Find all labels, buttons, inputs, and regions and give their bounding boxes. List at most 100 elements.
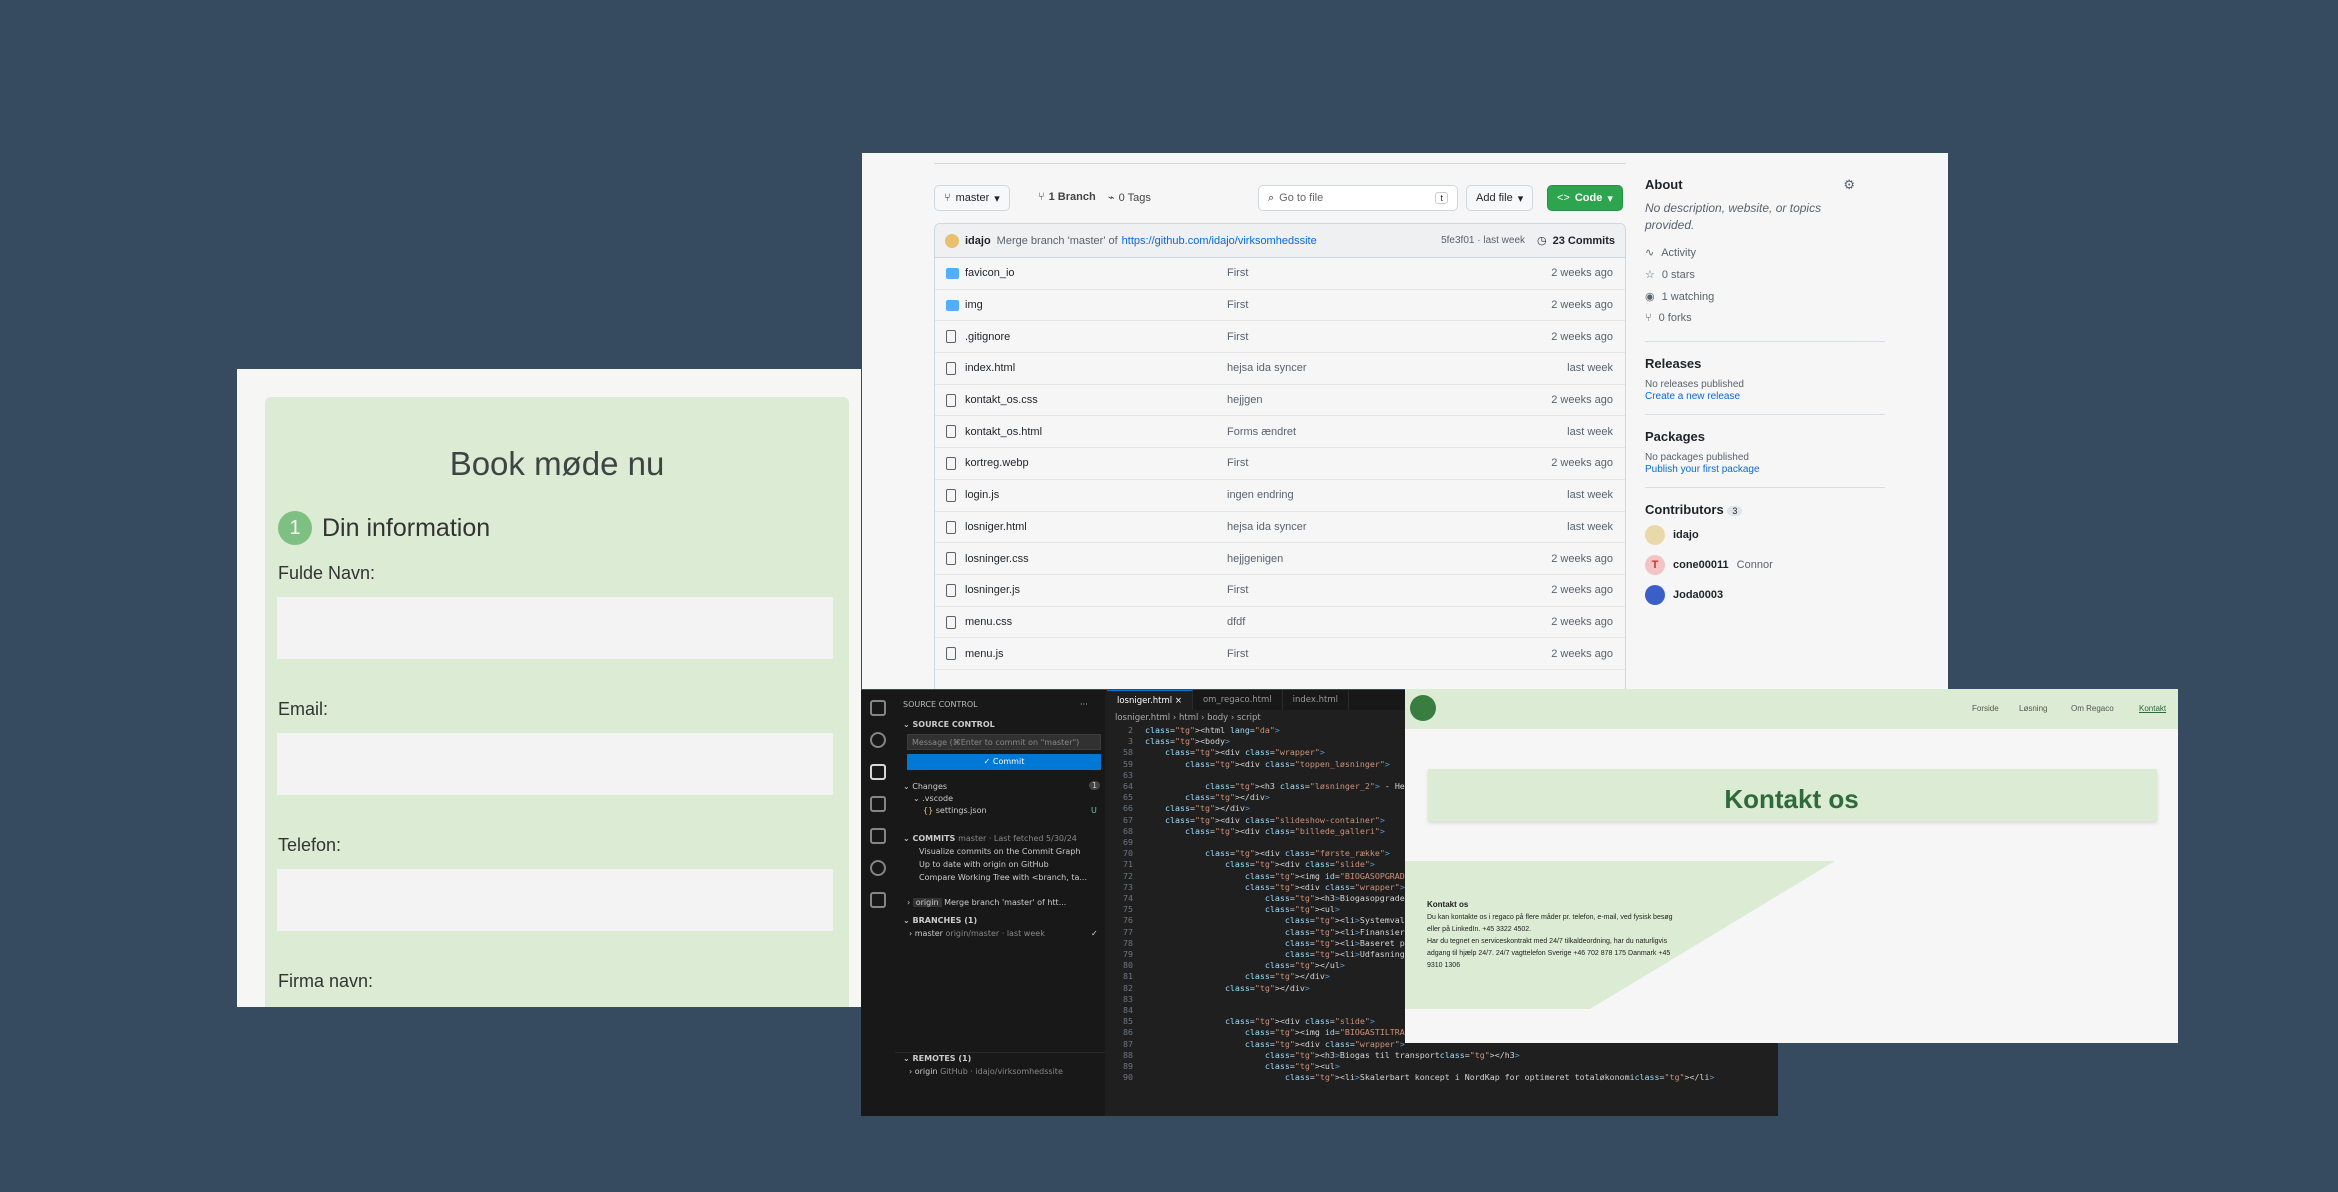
tab-index-html[interactable]: index.html bbox=[1283, 690, 1349, 710]
github-icon[interactable] bbox=[870, 860, 886, 876]
explorer-icon[interactable] bbox=[870, 700, 886, 716]
nav-om-regaco[interactable]: Om Regaco bbox=[2071, 704, 2114, 713]
file-name[interactable]: kontakt_os.css bbox=[965, 394, 1038, 406]
file-name[interactable]: img bbox=[965, 299, 983, 311]
source-control-icon[interactable] bbox=[870, 764, 886, 780]
commit-message-input[interactable]: Message (⌘Enter to commit on "master") bbox=[907, 734, 1101, 750]
commits-section[interactable]: ⌄ COMMITS master · Last fetched 5/30/24 bbox=[903, 834, 1077, 843]
file-row[interactable]: losninger.css hejjgenigen 2 weeks ago bbox=[935, 543, 1625, 575]
file-commit-message[interactable]: First bbox=[1227, 331, 1248, 343]
file-row[interactable]: login.js ingen endring last week bbox=[935, 480, 1625, 512]
file-row[interactable]: favicon_io First 2 weeks ago bbox=[935, 258, 1625, 290]
line-number: 72 bbox=[1123, 870, 1133, 881]
file-name[interactable]: favicon_io bbox=[965, 267, 1015, 279]
file-row[interactable]: index.html hejsa ida syncer last week bbox=[935, 353, 1625, 385]
file-commit-message[interactable]: First bbox=[1227, 584, 1248, 596]
go-to-file-search[interactable]: ⌕ Go to file t bbox=[1258, 185, 1458, 211]
commit-graph-item[interactable]: Visualize commits on the Commit Graph bbox=[919, 847, 1080, 856]
branch-select[interactable]: ⑂ master ▾ bbox=[934, 185, 1010, 211]
run-debug-icon[interactable] bbox=[870, 796, 886, 812]
email-input[interactable] bbox=[277, 733, 833, 795]
remotes-section[interactable]: ⌄ REMOTES (1) bbox=[903, 1054, 971, 1063]
changed-file-item[interactable]: {} settings.json bbox=[923, 806, 987, 815]
file-row[interactable]: kontakt_os.css hejjgen 2 weeks ago bbox=[935, 385, 1625, 417]
breadcrumb-item[interactable]: losniger.html bbox=[1115, 713, 1170, 723]
file-row[interactable]: menu.js First 2 weeks ago bbox=[935, 638, 1625, 670]
commit-author[interactable]: idajo bbox=[965, 235, 991, 247]
breadcrumb-item[interactable]: html bbox=[1179, 713, 1198, 723]
create-release-link[interactable]: Create a new release bbox=[1645, 391, 1740, 402]
commit-link[interactable]: https://github.com/idajo/virksomhedssite bbox=[1122, 235, 1317, 247]
regaco-logo[interactable] bbox=[1410, 695, 1436, 721]
file-row[interactable]: kontakt_os.html Forms ændret last week bbox=[935, 416, 1625, 449]
code-button[interactable]: <> Code ▾ bbox=[1547, 185, 1623, 211]
file-commit-message[interactable]: First bbox=[1227, 648, 1248, 660]
extensions-icon[interactable] bbox=[870, 828, 886, 844]
file-name[interactable]: login.js bbox=[965, 489, 999, 501]
watching-link[interactable]: ◉ 1 watching bbox=[1645, 290, 1885, 304]
branches-section[interactable]: ⌄ BRANCHES (1) bbox=[903, 916, 977, 925]
commits-meta: master · Last fetched 5/30/24 bbox=[958, 834, 1077, 843]
file-row[interactable]: losninger.js First 2 weeks ago bbox=[935, 575, 1625, 607]
file-commit-message[interactable]: ingen endring bbox=[1227, 489, 1294, 501]
commit-hash[interactable]: 5fe3f01 · last week bbox=[1441, 235, 1525, 246]
file-commit-message[interactable]: Forms ændret bbox=[1227, 426, 1296, 438]
source-control-section[interactable]: ⌄ SOURCE CONTROL bbox=[903, 720, 995, 729]
forks-link[interactable]: ⑂ 0 forks bbox=[1645, 312, 1885, 324]
full-name-input[interactable] bbox=[277, 597, 833, 659]
file-name[interactable]: index.html bbox=[965, 362, 1015, 374]
file-row[interactable]: kortreg.webp First 2 weeks ago bbox=[935, 448, 1625, 480]
file-name[interactable]: .gitignore bbox=[965, 331, 1010, 343]
breadcrumb-item[interactable]: script bbox=[1237, 713, 1261, 723]
phone-input[interactable] bbox=[277, 869, 833, 931]
stars-link[interactable]: ☆ 0 stars bbox=[1645, 268, 1885, 282]
breadcrumb-item[interactable]: body bbox=[1207, 713, 1228, 723]
compare-item[interactable]: Compare Working Tree with <branch, ta... bbox=[919, 873, 1087, 882]
changes-group[interactable]: ⌄ Changes bbox=[903, 782, 947, 791]
file-name[interactable]: kontakt_os.html bbox=[965, 426, 1042, 438]
file-commit-message[interactable]: hejjgen bbox=[1227, 394, 1262, 406]
contributor-item[interactable]: Joda0003 bbox=[1645, 585, 1885, 605]
file-row[interactable]: img First 2 weeks ago bbox=[935, 290, 1625, 322]
commit-button[interactable]: ✓ Commit bbox=[907, 754, 1101, 770]
file-name[interactable]: losninger.css bbox=[965, 553, 1029, 565]
tab-losniger-html[interactable]: losniger.html × bbox=[1107, 690, 1193, 710]
file-row[interactable]: losniger.html hejsa ida syncer last week bbox=[935, 512, 1625, 544]
file-name[interactable]: losninger.js bbox=[965, 584, 1020, 596]
file-name[interactable]: kortreg.webp bbox=[965, 457, 1029, 469]
remote-explorer-icon[interactable] bbox=[870, 892, 886, 908]
file-name[interactable]: menu.js bbox=[965, 648, 1004, 660]
merge-commit-item[interactable]: › origin Merge branch 'master' of htt... bbox=[907, 898, 1066, 907]
nav-losning[interactable]: Løsning bbox=[2019, 704, 2047, 713]
nav-kontakt[interactable]: Kontakt bbox=[2139, 704, 2166, 713]
contributor-item[interactable]: Tcone00011 Connor bbox=[1645, 555, 1885, 575]
file-row[interactable]: menu.css dfdf 2 weeks ago bbox=[935, 607, 1625, 639]
publish-package-link[interactable]: Publish your first package bbox=[1645, 464, 1760, 475]
file-commit-message[interactable]: First bbox=[1227, 267, 1248, 279]
folder-item[interactable]: ⌄ .vscode bbox=[913, 794, 953, 803]
nav-forside[interactable]: Forside bbox=[1972, 704, 1999, 713]
branch-item[interactable]: › master origin/master · last week bbox=[909, 929, 1045, 938]
file-commit-message[interactable]: hejsa ida syncer bbox=[1227, 521, 1307, 533]
gear-icon[interactable]: ⚙ bbox=[1843, 177, 1855, 193]
file-name[interactable]: menu.css bbox=[965, 616, 1012, 628]
file-commit-message[interactable]: hejsa ida syncer bbox=[1227, 362, 1307, 374]
file-commit-message[interactable]: First bbox=[1227, 457, 1248, 469]
tags-link[interactable]: ⌁ 0 Tags bbox=[1108, 191, 1151, 205]
file-commit-message[interactable]: dfdf bbox=[1227, 616, 1245, 628]
commits-count[interactable]: 23 Commits bbox=[1553, 235, 1615, 247]
file-commit-message[interactable]: hejjgenigen bbox=[1227, 553, 1283, 565]
remote-item[interactable]: › origin GitHub · idajo/virksomhedssite bbox=[909, 1067, 1063, 1076]
add-file-button[interactable]: Add file ▾ bbox=[1466, 185, 1534, 211]
file-row[interactable]: .gitignore First 2 weeks ago bbox=[935, 321, 1625, 354]
search-icon[interactable] bbox=[870, 732, 886, 748]
close-icon[interactable]: × bbox=[1175, 696, 1182, 706]
branches-link[interactable]: ⑂ 1 Branch bbox=[1038, 191, 1096, 203]
file-commit-message[interactable]: First bbox=[1227, 299, 1248, 311]
more-actions-icon[interactable]: ··· bbox=[1080, 700, 1088, 709]
contributor-item[interactable]: idajo bbox=[1645, 525, 1885, 545]
file-name[interactable]: losniger.html bbox=[965, 521, 1027, 533]
tab-om-regaco-html[interactable]: om_regaco.html bbox=[1193, 690, 1283, 710]
activity-link[interactable]: ∿ Activity bbox=[1645, 246, 1885, 260]
sync-status-item[interactable]: Up to date with origin on GitHub bbox=[919, 860, 1049, 869]
